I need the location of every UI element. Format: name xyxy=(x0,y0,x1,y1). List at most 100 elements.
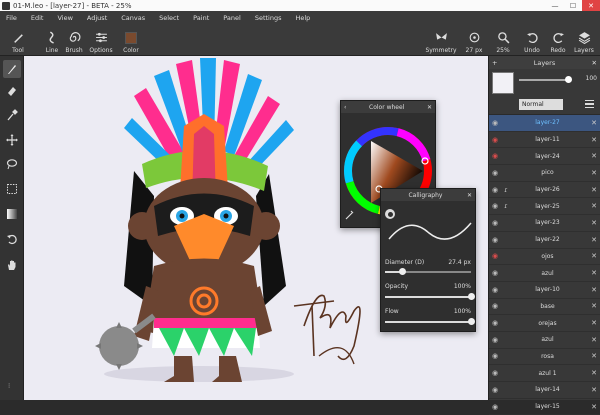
tool-gradient[interactable] xyxy=(3,205,21,223)
menu-paint[interactable]: Paint xyxy=(187,14,217,22)
eye-icon[interactable]: ◉ xyxy=(489,269,501,277)
delete-layer-icon[interactable]: ✕ xyxy=(588,286,600,294)
layer-row[interactable]: ◉ ɾ layer-26 ✕ xyxy=(489,182,600,199)
delete-layer-icon[interactable]: ✕ xyxy=(588,119,600,127)
delete-layer-icon[interactable]: ✕ xyxy=(588,319,600,327)
delete-layer-icon[interactable]: ✕ xyxy=(588,269,600,277)
panel-grip-icon[interactable]: ⁞ xyxy=(8,382,10,390)
eye-icon[interactable]: ◉ xyxy=(489,352,501,360)
close-window-button[interactable]: ✕ xyxy=(582,0,600,11)
flow-slider[interactable] xyxy=(385,318,475,325)
layer-row[interactable]: ◉ azul 1 ✕ xyxy=(489,365,600,382)
eye-icon[interactable]: ◉ xyxy=(489,302,501,310)
eye-icon[interactable]: ◉ xyxy=(489,236,501,244)
layer-opacity-value: 100 xyxy=(585,75,597,82)
layer-row[interactable]: ◉ azul ✕ xyxy=(489,265,600,282)
eye-icon[interactable]: ◉ xyxy=(489,186,501,194)
layer-row[interactable]: ◉ layer-24 ✕ xyxy=(489,148,600,166)
menu-select[interactable]: Select xyxy=(153,14,187,22)
eye-icon[interactable]: ◉ xyxy=(489,119,501,127)
eye-icon[interactable]: ◉ xyxy=(489,369,501,377)
menu-view[interactable]: View xyxy=(51,14,80,22)
layer-row[interactable]: ◉ ojos ✕ xyxy=(489,249,600,266)
tool-move[interactable] xyxy=(3,131,21,149)
delete-layer-icon[interactable]: ✕ xyxy=(588,369,600,377)
delete-layer-icon[interactable]: ✕ xyxy=(588,136,600,144)
eye-icon[interactable]: ◉ xyxy=(489,286,501,294)
eye-icon[interactable]: ◉ xyxy=(489,169,501,177)
tool-brush[interactable] xyxy=(3,60,21,78)
tool-lasso[interactable] xyxy=(3,155,21,173)
layer-row[interactable]: ◉ orejas ✕ xyxy=(489,315,600,332)
eye-icon[interactable]: ◉ xyxy=(489,386,501,394)
layer-row[interactable]: ◉ layer-23 ✕ xyxy=(489,215,600,232)
tool-eyedropper[interactable] xyxy=(3,106,21,124)
eye-hidden-icon[interactable]: ◉ xyxy=(489,152,501,160)
tool-rect-select[interactable] xyxy=(3,180,21,198)
maximize-button[interactable]: ☐ xyxy=(564,0,582,11)
symmetry-button[interactable]: Symmetry xyxy=(422,26,460,54)
delete-layer-icon[interactable]: ✕ xyxy=(588,236,600,244)
eye-icon[interactable]: ◉ xyxy=(489,202,501,210)
flow-knob[interactable] xyxy=(468,318,475,325)
tool-rotate[interactable] xyxy=(3,230,21,248)
menu-panel[interactable]: Panel xyxy=(217,14,249,22)
tool-button[interactable]: Tool xyxy=(0,26,36,54)
layer-row[interactable]: ◉ layer-22 ✕ xyxy=(489,232,600,249)
color-wheel-header: ‹ Color wheel ✕ xyxy=(341,101,435,113)
layer-row[interactable]: ◉ rosa ✕ xyxy=(489,349,600,366)
brush-panel-close-button[interactable]: ✕ xyxy=(467,192,472,199)
eyedropper-small-icon[interactable] xyxy=(345,210,354,220)
menu-edit[interactable]: Edit xyxy=(25,14,52,22)
menu-settings[interactable]: Settings xyxy=(249,14,290,22)
layer-menu-icon[interactable] xyxy=(585,100,594,108)
rect-select-icon xyxy=(7,184,17,194)
delete-layer-icon[interactable]: ✕ xyxy=(588,186,600,194)
blend-mode-select[interactable]: Normal xyxy=(519,99,563,110)
delete-layer-icon[interactable]: ✕ xyxy=(588,403,600,411)
menu-canvas[interactable]: Canvas xyxy=(115,14,153,22)
delete-layer-icon[interactable]: ✕ xyxy=(588,336,600,344)
menu-help[interactable]: Help xyxy=(289,14,318,22)
layer-row[interactable]: ◉ layer-14 ✕ xyxy=(489,382,600,399)
link-icon[interactable]: ɾ xyxy=(501,202,511,210)
diameter-knob[interactable] xyxy=(399,268,407,275)
layer-row[interactable]: ◉ base ✕ xyxy=(489,299,600,316)
layer-opacity-slider[interactable] xyxy=(519,76,572,83)
delete-layer-icon[interactable]: ✕ xyxy=(588,302,600,310)
link-icon[interactable]: ɾ xyxy=(501,186,511,194)
layer-row[interactable]: ◉ layer-10 ✕ xyxy=(489,282,600,299)
layers-toggle-button[interactable]: Layers xyxy=(566,26,600,54)
layer-row[interactable]: ◉ layer-27 ✕ xyxy=(489,115,600,132)
opacity-slider[interactable] xyxy=(385,293,475,300)
delete-layer-icon[interactable]: ✕ xyxy=(588,252,600,260)
layer-row[interactable]: ◉ azul ✕ xyxy=(489,332,600,349)
menu-file[interactable]: File xyxy=(0,14,25,22)
eye-hidden-icon[interactable]: ◉ xyxy=(489,252,501,260)
tool-eraser[interactable] xyxy=(3,82,21,100)
layer-opacity-knob[interactable] xyxy=(565,76,572,83)
eye-hidden-icon[interactable]: ◉ xyxy=(489,136,501,144)
layer-row[interactable]: ◉ pico ✕ xyxy=(489,165,600,182)
delete-layer-icon[interactable]: ✕ xyxy=(588,152,600,160)
layer-row[interactable]: ◉ layer-11 ✕ xyxy=(489,132,600,149)
eye-icon[interactable]: ◉ xyxy=(489,319,501,327)
tool-hand[interactable] xyxy=(3,256,21,274)
delete-layer-icon[interactable]: ✕ xyxy=(588,352,600,360)
layers-close-button[interactable]: ✕ xyxy=(592,59,597,67)
menu-adjust[interactable]: Adjust xyxy=(81,14,115,22)
delete-layer-icon[interactable]: ✕ xyxy=(588,386,600,394)
diameter-slider[interactable] xyxy=(385,268,471,275)
opacity-knob[interactable] xyxy=(468,293,475,300)
delete-layer-icon[interactable]: ✕ xyxy=(588,169,600,177)
delete-layer-icon[interactable]: ✕ xyxy=(588,219,600,227)
eye-icon[interactable]: ◉ xyxy=(489,336,501,344)
minimize-button[interactable]: — xyxy=(546,0,564,11)
color-wheel-close-button[interactable]: ✕ xyxy=(427,104,432,111)
eye-icon[interactable]: ◉ xyxy=(489,403,501,411)
layer-row[interactable]: ◉ layer-15 ✕ xyxy=(489,399,600,415)
layer-row[interactable]: ◉ ɾ layer-25 ✕ xyxy=(489,198,600,216)
eye-icon[interactable]: ◉ xyxy=(489,219,501,227)
color-button[interactable]: Color xyxy=(113,26,149,54)
delete-layer-icon[interactable]: ✕ xyxy=(588,202,600,210)
